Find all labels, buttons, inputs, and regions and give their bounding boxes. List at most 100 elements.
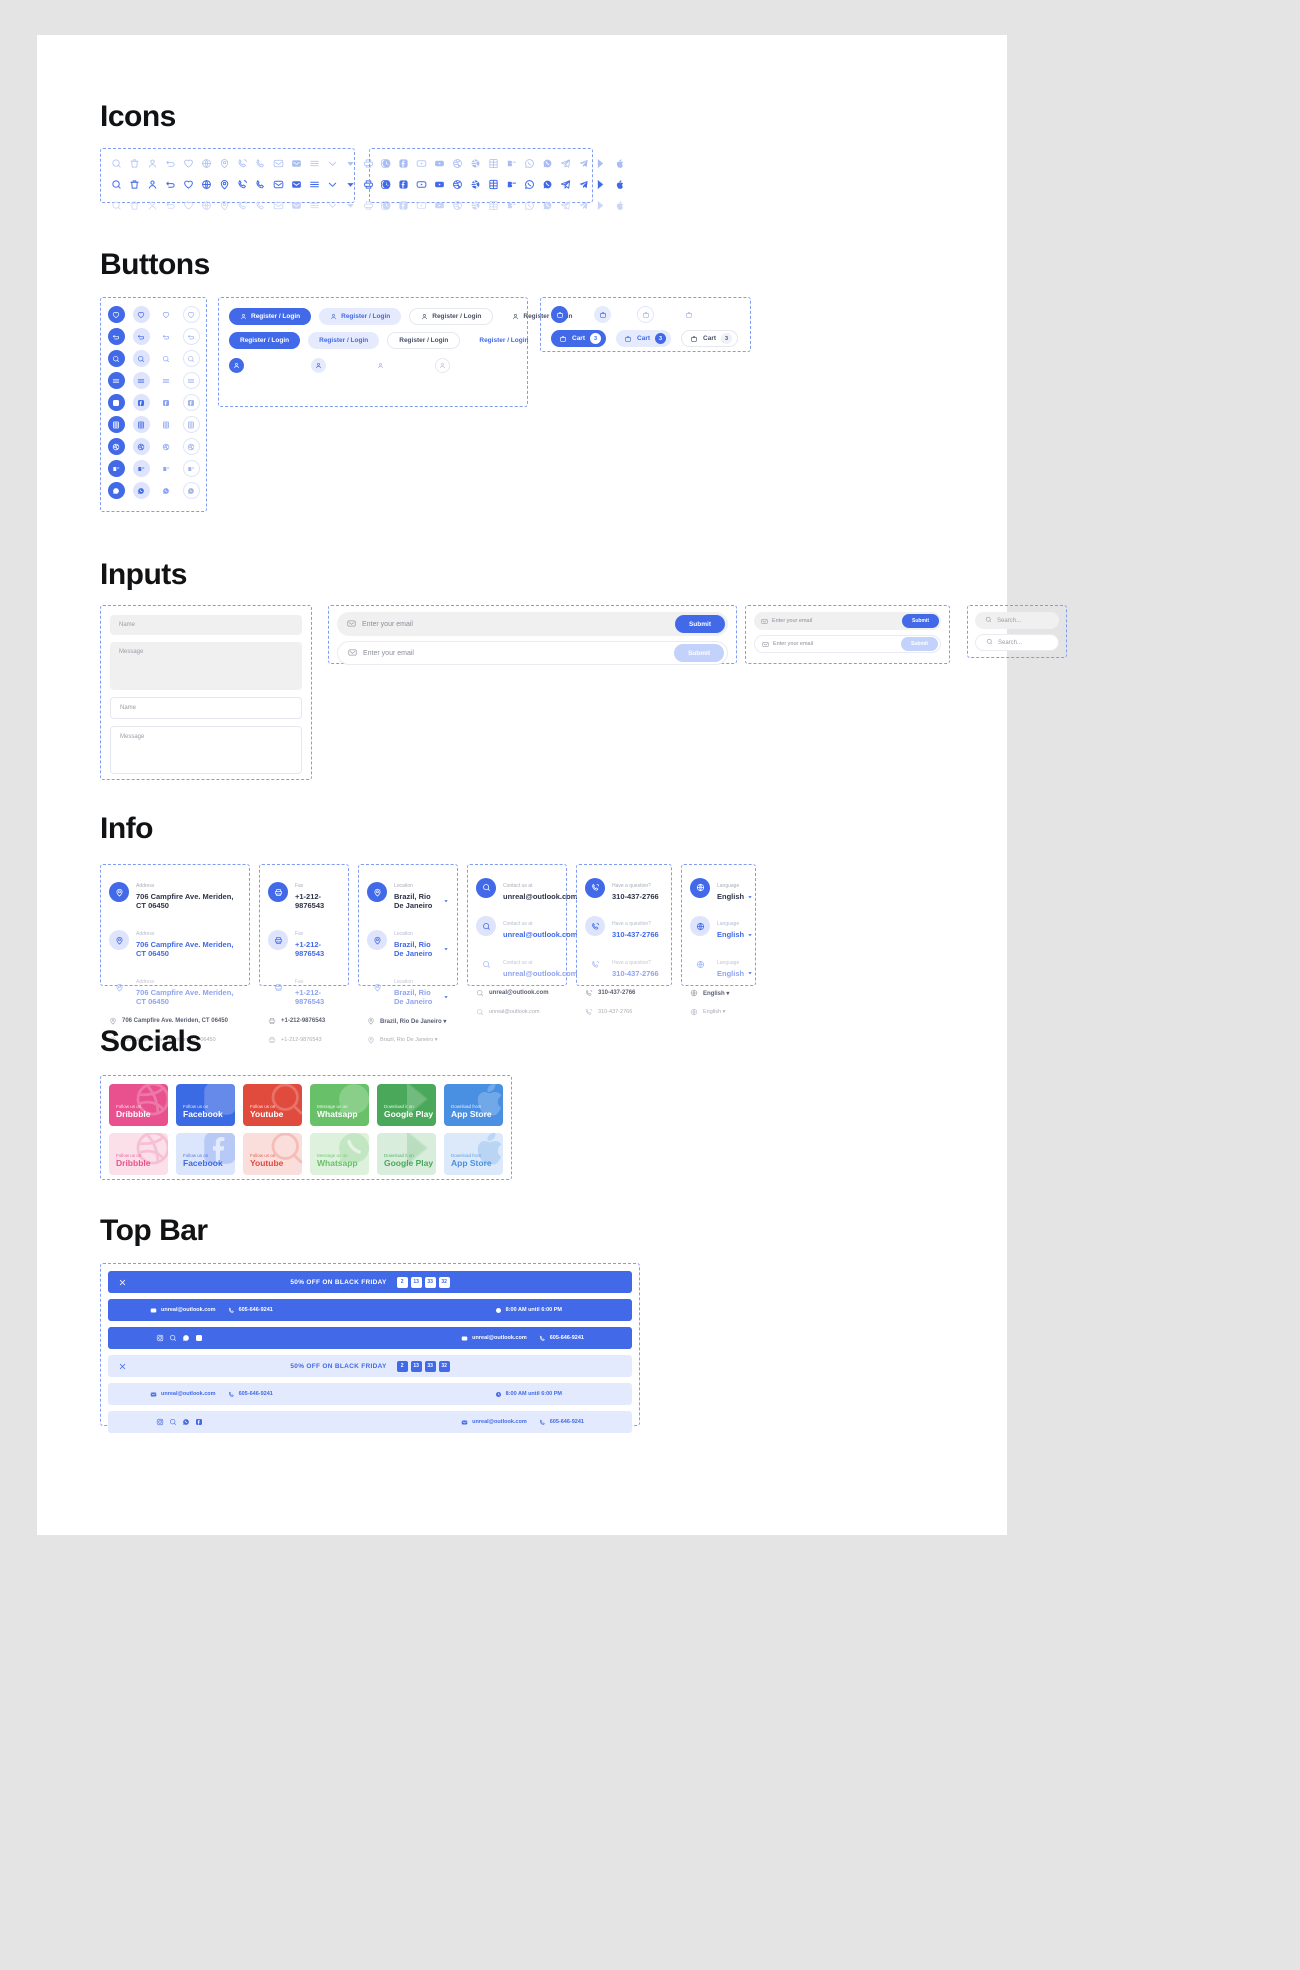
icon-button-figma[interactable] [132, 416, 150, 433]
icon-button-figma[interactable] [107, 416, 125, 433]
phone-ring-icon[interactable] [233, 196, 251, 214]
behance-icon[interactable] [502, 175, 520, 193]
whatsapp-filled-icon[interactable] [538, 154, 556, 172]
appstore-icon[interactable] [610, 154, 628, 172]
address-card-row[interactable]: Address 706 Campfire Ave. Meriden, CT 064… [109, 874, 241, 911]
icon-button-heart[interactable] [132, 306, 150, 323]
name-input-filled[interactable]: Name [110, 615, 302, 635]
location-pin-icon[interactable] [215, 154, 233, 172]
avatar-button[interactable] [434, 358, 450, 373]
phone-ring-icon[interactable] [233, 175, 251, 193]
fax-card-minimal-outline[interactable]: +1-212-9876543 [268, 1017, 340, 1025]
email-subscribe-outline[interactable]: Enter your email Submit [337, 641, 728, 665]
caret-down-icon[interactable] [747, 970, 753, 976]
register-login-button[interactable]: Register / Login [229, 308, 312, 325]
message-textarea-outline[interactable]: Message [110, 726, 302, 774]
icon-button-figma[interactable] [158, 416, 175, 433]
menu-icon[interactable] [305, 154, 323, 172]
topbar-phone[interactable]: 605-646-9241 [539, 1419, 584, 1426]
language-card-minimal-muted[interactable]: English ▾ [690, 1008, 747, 1016]
cart-icon-button[interactable] [551, 306, 568, 323]
googleplay-icon[interactable] [592, 154, 610, 172]
refresh-icon[interactable] [161, 154, 179, 172]
submit-button[interactable]: Submit [673, 644, 724, 662]
icon-button-refresh[interactable] [158, 328, 175, 345]
phone-card-row[interactable]: Have a question? 310-437-2766 [585, 951, 663, 978]
globe-icon[interactable] [197, 196, 215, 214]
heart-icon[interactable] [179, 175, 197, 193]
instagram-icon[interactable] [376, 196, 394, 214]
topbar-phone[interactable]: 605-646-9241 [539, 1335, 584, 1342]
address-card-row[interactable]: Address 706 Campfire Ave. Meriden, CT 064… [109, 922, 241, 959]
facebook-card[interactable]: Follow us on Facebook [176, 1084, 235, 1126]
telegram-outline-icon[interactable] [556, 196, 574, 214]
location-card-row[interactable]: Location Brazil, Rio De Janeiro [367, 874, 449, 911]
icon-button-search[interactable] [107, 350, 125, 367]
location-card-row[interactable]: Location Brazil, Rio De Janeiro [367, 922, 449, 959]
mail-open-icon[interactable] [269, 175, 287, 193]
icon-button-heart[interactable] [182, 306, 200, 323]
instagram-icon[interactable] [376, 154, 394, 172]
whatsapp-filled-icon[interactable] [538, 196, 556, 214]
icon-button-menu[interactable] [182, 372, 200, 389]
youtube-outline-icon[interactable] [412, 154, 430, 172]
phone-card-minimal-outline[interactable]: 310-437-2766 [585, 989, 663, 997]
mail-open-icon[interactable] [269, 154, 287, 172]
register-login-button[interactable]: Register / Login [409, 308, 494, 325]
location-card-minimal-outline[interactable]: Brazil, Rio De Janeiro ▾ [367, 1017, 449, 1025]
email-subscribe-small-filled[interactable]: Enter your email Submit [754, 612, 941, 630]
telegram-outline-icon[interactable] [556, 175, 574, 193]
icon-button-menu[interactable] [132, 372, 150, 389]
cart-icon-button[interactable] [637, 306, 654, 323]
appstore-icon[interactable] [610, 175, 628, 193]
message-textarea-filled[interactable]: Message [110, 642, 302, 690]
icon-button-behance[interactable] [158, 460, 175, 477]
cart-icon-button[interactable] [594, 306, 611, 323]
facebook-icon[interactable] [394, 175, 412, 193]
icon-button-heart[interactable] [158, 306, 175, 323]
icon-button-dribbble[interactable] [158, 438, 175, 455]
search-icon[interactable] [107, 175, 125, 193]
search-icon[interactable] [107, 154, 125, 172]
register-login-button[interactable]: Register / Login [319, 308, 402, 325]
register-login-button[interactable]: Register / Login [468, 332, 539, 349]
dribbble-icon[interactable] [448, 154, 466, 172]
chevron-down-icon[interactable] [323, 154, 341, 172]
icon-button-search[interactable] [132, 350, 150, 367]
youtube-filled-icon[interactable] [430, 196, 448, 214]
icon-button-dribbble[interactable] [132, 438, 150, 455]
icon-button-whatsapp[interactable] [158, 482, 175, 499]
icon-button-facebook[interactable] [158, 394, 175, 411]
language-card-row[interactable]: Language English [690, 912, 752, 939]
whatsapp-card[interactable]: Message us on Whatsapp [310, 1133, 369, 1175]
icon-button-refresh[interactable] [132, 328, 150, 345]
location-pin-icon[interactable] [215, 175, 233, 193]
phone-ring-icon[interactable] [233, 154, 251, 172]
dribbble-icon[interactable] [448, 175, 466, 193]
fax-card-row[interactable]: Fax +1-212-9876543 [268, 874, 340, 911]
caret-down-icon[interactable] [747, 932, 753, 938]
user-icon[interactable] [143, 196, 161, 214]
dribbble-icon[interactable] [448, 196, 466, 214]
youtube-filled-icon[interactable] [430, 154, 448, 172]
icon-button-menu[interactable] [158, 372, 175, 389]
topbar-phone[interactable]: 605-646-9241 [228, 1307, 273, 1314]
user-icon[interactable] [143, 154, 161, 172]
phone-icon[interactable] [251, 154, 269, 172]
cart-button[interactable]: Cart 3 [681, 330, 739, 347]
submit-button[interactable]: Submit [674, 615, 725, 633]
caret-down-icon[interactable] [341, 154, 359, 172]
icon-button-dribbble[interactable] [107, 438, 125, 455]
caret-down-icon[interactable] [443, 946, 449, 952]
googleplay-card[interactable]: Download it on Google Play [377, 1084, 436, 1126]
topbar-email[interactable]: unreal@outlook.com [461, 1419, 527, 1426]
figma-icon[interactable] [484, 196, 502, 214]
behance-icon[interactable] [502, 154, 520, 172]
mail-filled-icon[interactable] [287, 154, 305, 172]
caret-down-icon[interactable] [443, 898, 449, 904]
icon-button-search[interactable] [158, 350, 175, 367]
appstore-icon[interactable] [610, 196, 628, 214]
mail-filled-icon[interactable] [287, 196, 305, 214]
dribbble-filled-icon[interactable] [466, 154, 484, 172]
icon-button-search[interactable] [182, 350, 200, 367]
